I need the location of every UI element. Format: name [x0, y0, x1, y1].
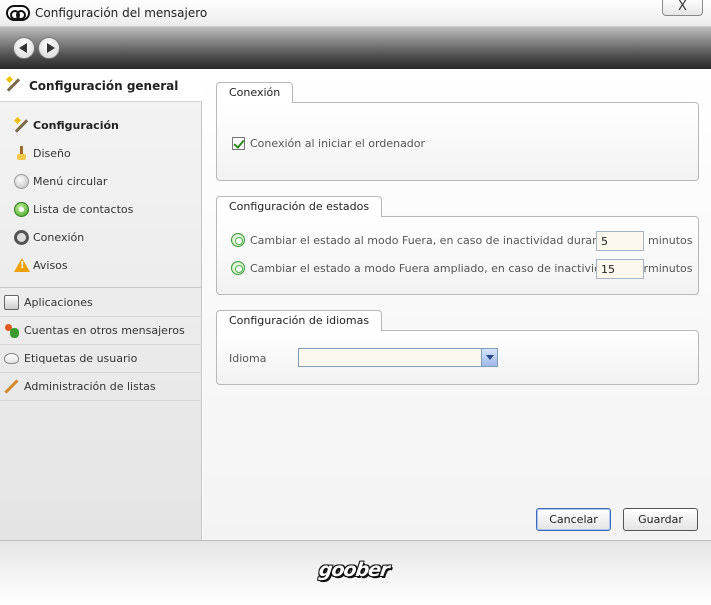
language-select[interactable]: [298, 348, 498, 367]
sidebar-item-label: Avisos: [33, 259, 68, 272]
save-button[interactable]: Guardar: [623, 508, 698, 531]
sidebar-item-label: Conexión: [33, 231, 85, 244]
pencil-icon: [4, 379, 19, 394]
sidebar-header-general[interactable]: Configuración general: [0, 69, 202, 102]
away-radio[interactable]: [231, 233, 245, 247]
brush-icon: [14, 146, 29, 161]
window-title: Configuración del mensajero: [35, 6, 208, 20]
connection-group: Conexión Conexión al iniciar el ordenado…: [216, 82, 699, 181]
extended-unit: minutos: [648, 262, 693, 275]
title-bar: Configuración del mensajero X: [0, 0, 711, 27]
language-group-tab: Configuración de idiomas: [216, 310, 383, 331]
back-arrow-icon[interactable]: [13, 37, 35, 59]
away-label: Cambiar el estado al modo Fuera, en caso…: [250, 234, 614, 247]
language-group-box: Idioma: [216, 330, 699, 385]
circle-menu-icon: [14, 174, 29, 189]
away-unit: minutos: [648, 234, 693, 247]
sidebar-item-label: Administración de listas: [24, 380, 156, 393]
connection-group-box: Conexión al iniciar el ordenador: [216, 102, 699, 181]
sidebar: Configuración general Configuración Dise…: [0, 69, 202, 540]
sidebar-item-label: Etiquetas de usuario: [24, 352, 138, 365]
sidebar-item-label: Menú circular: [33, 175, 108, 188]
sidebar-item-label: Cuentas en otros mensajeros: [24, 324, 185, 337]
sidebar-divider: [0, 287, 202, 288]
sidebar-item-aplicaciones[interactable]: Aplicaciones: [0, 289, 202, 317]
sidebar-item-configuracion[interactable]: Configuración: [0, 112, 202, 140]
connection-group-tab: Conexión: [216, 82, 294, 103]
connection-icon: [14, 230, 29, 245]
language-group: Configuración de idiomas Idioma: [216, 310, 699, 385]
goober-logo: goober: [317, 559, 391, 581]
sidebar-item-label: Configuración: [33, 119, 119, 132]
extended-away-radio[interactable]: [231, 261, 245, 275]
chevron-down-icon[interactable]: [481, 349, 497, 366]
toolbar: [0, 27, 711, 69]
warning-icon: [14, 258, 30, 272]
extended-away-label: Cambiar el estado a modo Fuera ampliado,…: [250, 262, 649, 275]
status-group: Configuración de estados Cambiar el esta…: [216, 196, 699, 295]
forward-arrow-icon[interactable]: [38, 37, 60, 59]
sidebar-item-label: Aplicaciones: [24, 296, 93, 309]
status-group-box: Cambiar el estado al modo Fuera, en caso…: [216, 216, 699, 295]
sidebar-item-conexion[interactable]: Conexión: [0, 224, 202, 252]
away-minutes-input[interactable]: [596, 231, 644, 251]
wand-icon: [14, 118, 29, 133]
startup-checkbox[interactable]: [232, 137, 245, 150]
language-label: Idioma: [229, 352, 267, 365]
sidebar-item-diseno[interactable]: Diseño: [0, 140, 202, 168]
accounts-icon: [4, 323, 19, 338]
sidebar-header-label: Configuración general: [29, 79, 179, 93]
startup-label: Conexión al iniciar el ordenador: [250, 137, 426, 150]
sidebar-item-lista-contactos[interactable]: Lista de contactos: [0, 196, 202, 224]
close-button[interactable]: X: [662, 0, 703, 16]
sidebar-item-label: Diseño: [33, 147, 71, 160]
applications-icon: [4, 295, 19, 310]
sidebar-item-etiquetas[interactable]: Etiquetas de usuario: [0, 345, 202, 373]
wand-icon: [6, 77, 21, 92]
cancel-button[interactable]: Cancelar: [536, 508, 611, 531]
footer: goober: [0, 540, 711, 605]
sidebar-item-administracion[interactable]: Administración de listas: [0, 373, 202, 401]
sidebar-item-avisos[interactable]: Avisos: [0, 252, 202, 280]
extended-minutes-input[interactable]: [596, 259, 644, 279]
status-group-tab: Configuración de estados: [216, 196, 383, 217]
tag-icon: [4, 353, 19, 364]
main-panel: Conexión Conexión al iniciar el ordenado…: [203, 69, 711, 540]
sidebar-item-cuentas[interactable]: Cuentas en otros mensajeros: [0, 317, 202, 345]
app-logo-icon: [6, 5, 30, 21]
sidebar-item-label: Lista de contactos: [33, 203, 134, 216]
sidebar-item-menu-circular[interactable]: Menú circular: [0, 168, 202, 196]
contacts-icon: [14, 202, 29, 217]
